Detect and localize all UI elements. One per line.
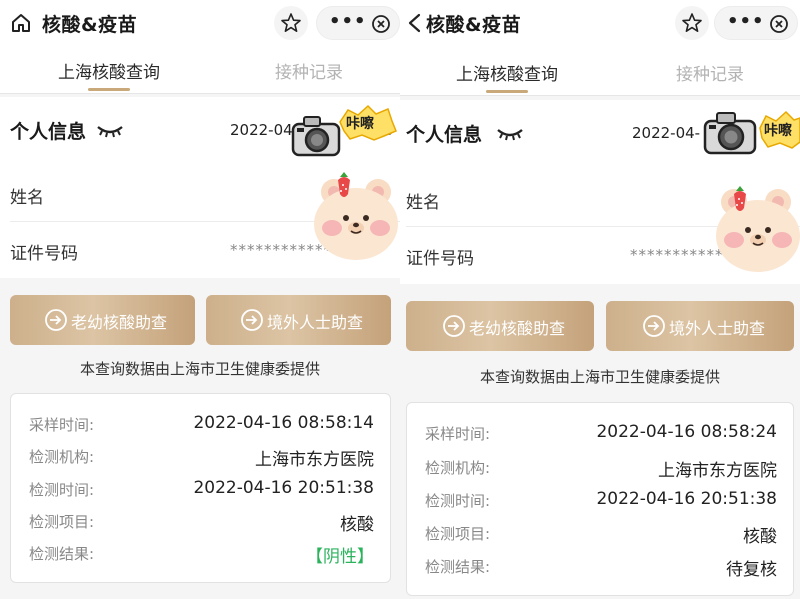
camera-sticker [290,112,342,158]
test-result-card: 采样时间: 2022-04-16 08:58:14 检测机构: 上海市东方医院 … [10,393,391,583]
mini-program-capsule: ••• [316,6,400,40]
overseas-assist-button[interactable]: 境外人士助查 [206,295,391,345]
data-source-note: 本查询数据由上海市卫生健康委提供 [79,360,320,378]
sampling-time-label: 采样时间: [425,425,491,443]
data-source-note: 本查询数据由上海市卫生健康委提供 [479,368,720,386]
sticker-text: 咔嚓 [346,116,374,132]
name-label: 姓名 [10,188,44,208]
favorite-button[interactable] [675,6,709,40]
title-bar: 核酸&疫苗 ••• [0,0,400,46]
close-icon[interactable] [371,14,391,34]
home-icon[interactable] [10,12,32,34]
test-result-label: 检测结果: [425,558,491,576]
test-institution-value: 上海市东方医院 [658,461,777,481]
button-label: 老幼核酸助查 [469,319,566,338]
more-icon[interactable]: ••• [727,11,765,32]
sticker-caption: 咔嚓 [336,104,398,142]
name-label: 姓名 [406,193,440,213]
favorite-button[interactable] [274,6,308,40]
sampling-time-label: 采样时间: [29,416,95,434]
tab-bar: 上海核酸查询 接种记录 [400,46,800,96]
sticker-caption: 咔嚓 [756,110,800,150]
left-screen: 核酸&疫苗 ••• 上海核酸查询 接种记录 个人信息 2022-04- 0 姓名 [0,0,400,599]
test-time-label: 检测时间: [29,481,95,499]
button-label: 境外人士助查 [669,319,766,338]
info-heading: 个人信息 [10,121,87,143]
test-time-value: 2022-04-16 20:51:38 [596,489,777,509]
info-date: 2022-04- [230,121,299,139]
test-result-value: 【阴性】 [306,547,374,567]
tab-nucleic-query[interactable]: 上海核酸查询 [58,58,160,83]
test-time-label: 检测时间: [425,492,491,510]
back-icon[interactable] [404,12,426,34]
tab-vaccination-record[interactable]: 接种记录 [676,60,744,85]
test-item-label: 检测项目: [29,513,95,531]
info-heading: 个人信息 [406,124,483,146]
sampling-time-value: 2022-04-16 08:58:14 [193,413,374,433]
test-time-value: 2022-04-16 20:51:38 [193,478,374,498]
test-institution-value: 上海市东方医院 [255,450,374,470]
button-label: 老幼核酸助查 [71,313,168,332]
tab-nucleic-query[interactable]: 上海核酸查询 [456,60,558,85]
right-screen: 核酸&疫苗 ••• 上海核酸查询 接种记录 个人信息 2022-04- 姓名 证… [400,0,800,599]
mini-program-capsule: ••• [714,6,798,40]
bear-sticker [714,180,800,272]
eye-closed-icon[interactable] [496,127,524,141]
arrow-circle-icon [643,315,665,337]
overseas-assist-button[interactable]: 境外人士助查 [606,301,794,351]
star-icon [281,13,301,32]
page-title: 核酸&疫苗 [426,14,522,36]
arrow-circle-icon [241,309,263,331]
test-result-value: 待复核 [726,560,777,580]
eye-closed-icon[interactable] [96,124,124,138]
more-icon[interactable]: ••• [329,11,367,32]
camera-sticker [702,108,758,156]
test-institution-label: 检测机构: [425,459,491,477]
arrow-circle-icon [443,315,465,337]
id-number-label: 证件号码 [10,244,78,264]
info-date: 2022-04- [632,124,701,142]
active-tab-indicator [88,88,130,91]
arrow-circle-icon [45,309,67,331]
sampling-time-value: 2022-04-16 08:58:24 [596,422,777,442]
test-result-card: 采样时间: 2022-04-16 08:58:24 检测机构: 上海市东方医院 … [406,402,794,596]
id-number-label: 证件号码 [406,249,474,269]
page-title: 核酸&疫苗 [42,14,138,36]
title-bar: 核酸&疫苗 ••• [400,0,800,46]
active-tab-indicator [486,90,528,93]
tab-vaccination-record[interactable]: 接种记录 [275,58,343,83]
bear-sticker [314,170,400,262]
test-item-label: 检测项目: [425,525,491,543]
close-icon[interactable] [769,14,789,34]
tab-bar: 上海核酸查询 接种记录 [0,46,400,94]
test-item-value: 核酸 [340,515,374,535]
test-result-label: 检测结果: [29,545,95,563]
elderly-child-assist-button[interactable]: 老幼核酸助查 [10,295,195,345]
star-icon [682,13,702,32]
test-institution-label: 检测机构: [29,448,95,466]
test-item-value: 核酸 [743,527,777,547]
sticker-text: 咔嚓 [764,123,792,139]
elderly-child-assist-button[interactable]: 老幼核酸助查 [406,301,594,351]
button-label: 境外人士助查 [267,313,364,332]
